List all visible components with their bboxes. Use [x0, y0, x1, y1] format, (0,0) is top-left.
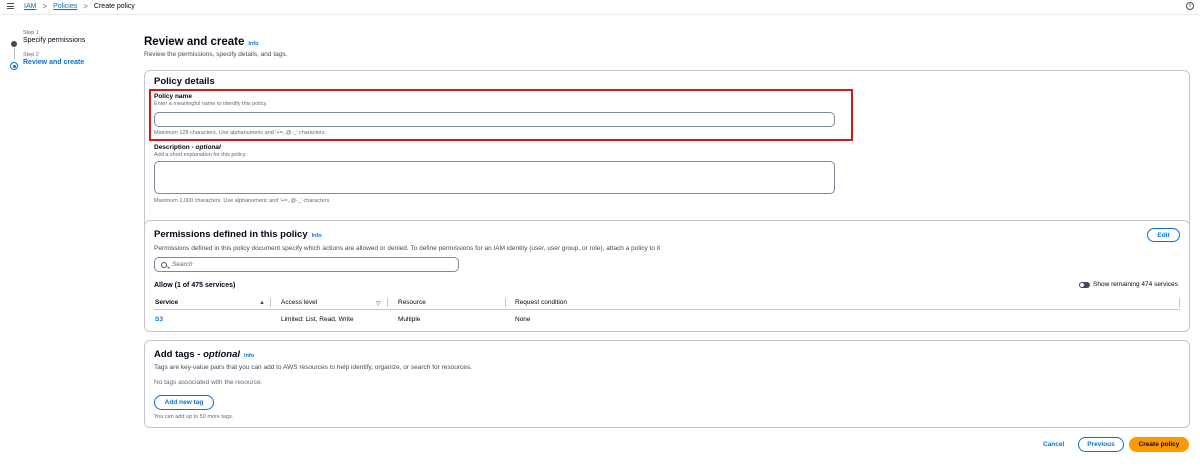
- sort-descending-icon[interactable]: ▽: [376, 300, 381, 307]
- description-hint: Maximum 1,000 characters. Use alphanumer…: [154, 198, 331, 204]
- wizard-steps: Step 1 Specify permissions Step 2 Review…: [10, 30, 120, 74]
- breadcrumb: IAM > Policies > Create policy: [24, 2, 135, 11]
- permissions-panel: Permissions defined in this policy Info …: [144, 220, 1190, 332]
- resource-cell: Multiple: [398, 316, 421, 323]
- policy-name-group: Policy name Enter a meaningful name to i…: [154, 93, 267, 107]
- info-link[interactable]: Info: [312, 233, 322, 239]
- breadcrumb-current: Create policy: [93, 3, 135, 10]
- allow-label: Allow (1 of 475 services): [154, 282, 236, 289]
- step-title[interactable]: Specify permissions: [23, 37, 120, 44]
- search-icon: [161, 261, 167, 268]
- request-condition-cell: None: [515, 316, 531, 323]
- cancel-button[interactable]: Cancel: [1043, 441, 1064, 448]
- show-services-toggle[interactable]: [1079, 282, 1090, 288]
- add-new-tag-button[interactable]: Add new tag: [154, 395, 214, 410]
- page-subtitle: Review the permissions, specify details,…: [144, 51, 288, 58]
- page-title: Review and create Info: [144, 36, 1190, 48]
- tags-panel: Add tags - optional Info Tags are key-va…: [144, 340, 1190, 428]
- page-title-text: Review and create: [144, 36, 245, 48]
- tags-title-main: Add tags: [154, 349, 195, 360]
- step-active-icon: [10, 62, 18, 70]
- column-divider: [387, 298, 388, 307]
- breadcrumb-policies[interactable]: Policies: [53, 3, 77, 10]
- description-description: Add a short explanation for this policy.: [154, 152, 247, 158]
- permissions-description: Permissions defined in this policy docum…: [154, 245, 661, 252]
- step-1: Step 1 Specify permissions: [10, 30, 120, 59]
- column-service[interactable]: Service: [155, 299, 178, 306]
- policy-name-description: Enter a meaningful name to identify this…: [154, 101, 268, 107]
- tags-description: Tags are key-value pairs that you can ad…: [154, 364, 472, 371]
- tags-empty-message: No tags associated with the resource.: [154, 379, 263, 386]
- search-placeholder: Search: [172, 261, 193, 268]
- create-policy-button[interactable]: Create policy: [1129, 437, 1189, 452]
- edit-button[interactable]: Edit: [1147, 228, 1180, 242]
- search-input[interactable]: Search: [154, 257, 459, 272]
- permissions-title-text: Permissions defined in this policy: [154, 229, 308, 240]
- step-dot-icon: [11, 41, 17, 47]
- step-number: Step 1: [23, 30, 39, 36]
- step-title: Review and create: [23, 59, 85, 66]
- service-link[interactable]: S3: [155, 316, 163, 323]
- column-divider: [1179, 298, 1180, 307]
- policy-name-label: Policy name: [154, 93, 192, 100]
- description-label-text: Description: [154, 144, 190, 151]
- column-divider: [505, 298, 506, 307]
- panel-title: Policy details: [154, 76, 215, 87]
- description-label: Description - optional: [154, 144, 221, 151]
- toggle-label: Show remaining 474 services: [1093, 281, 1178, 288]
- policy-name-input[interactable]: [154, 112, 835, 127]
- top-bar: IAM > Policies > Create policy i: [0, 0, 1200, 14]
- permissions-title: Permissions defined in this policy Info: [154, 229, 322, 240]
- breadcrumb-separator-icon: >: [42, 2, 48, 11]
- column-resource[interactable]: Resource: [398, 299, 426, 306]
- step-2: Step 2 Review and create: [10, 52, 120, 70]
- table-row: S3 Limited: List, Read, Write Multiple N…: [154, 314, 1180, 326]
- table-header: Service ▲ Access level ▽ Resource Reques…: [154, 296, 1180, 310]
- policy-name-hint: Maximum 128 characters. Use alphanumeric…: [154, 130, 327, 136]
- optional-label: optional: [195, 144, 221, 151]
- main-content: Review and create Info Review the permis…: [144, 36, 1190, 428]
- access-level-cell: Limited: List, Read, Write: [281, 316, 354, 323]
- tags-hint: You can add up to 50 more tags.: [154, 414, 234, 420]
- column-divider: [270, 298, 271, 307]
- breadcrumb-separator-icon: >: [83, 2, 88, 11]
- tags-title: Add tags - optional Info: [154, 349, 254, 360]
- breadcrumb-iam[interactable]: IAM: [24, 3, 36, 10]
- info-link[interactable]: Info: [244, 353, 254, 359]
- column-request-condition[interactable]: Request condition: [515, 299, 567, 306]
- info-icon[interactable]: i: [1186, 2, 1194, 10]
- sort-ascending-icon[interactable]: ▲: [259, 300, 265, 306]
- previous-button[interactable]: Previous: [1078, 437, 1124, 452]
- info-link[interactable]: Info: [248, 41, 258, 47]
- description-textarea[interactable]: [154, 161, 835, 194]
- tags-optional: optional: [203, 349, 241, 360]
- menu-icon[interactable]: [7, 3, 14, 9]
- divider: [0, 14, 1200, 15]
- tags-title-text: Add tags - optional: [154, 349, 241, 360]
- column-access-level[interactable]: Access level: [281, 299, 317, 306]
- step-number: Step 2: [23, 52, 39, 58]
- description-group: Description - optional Add a short expla…: [154, 144, 247, 158]
